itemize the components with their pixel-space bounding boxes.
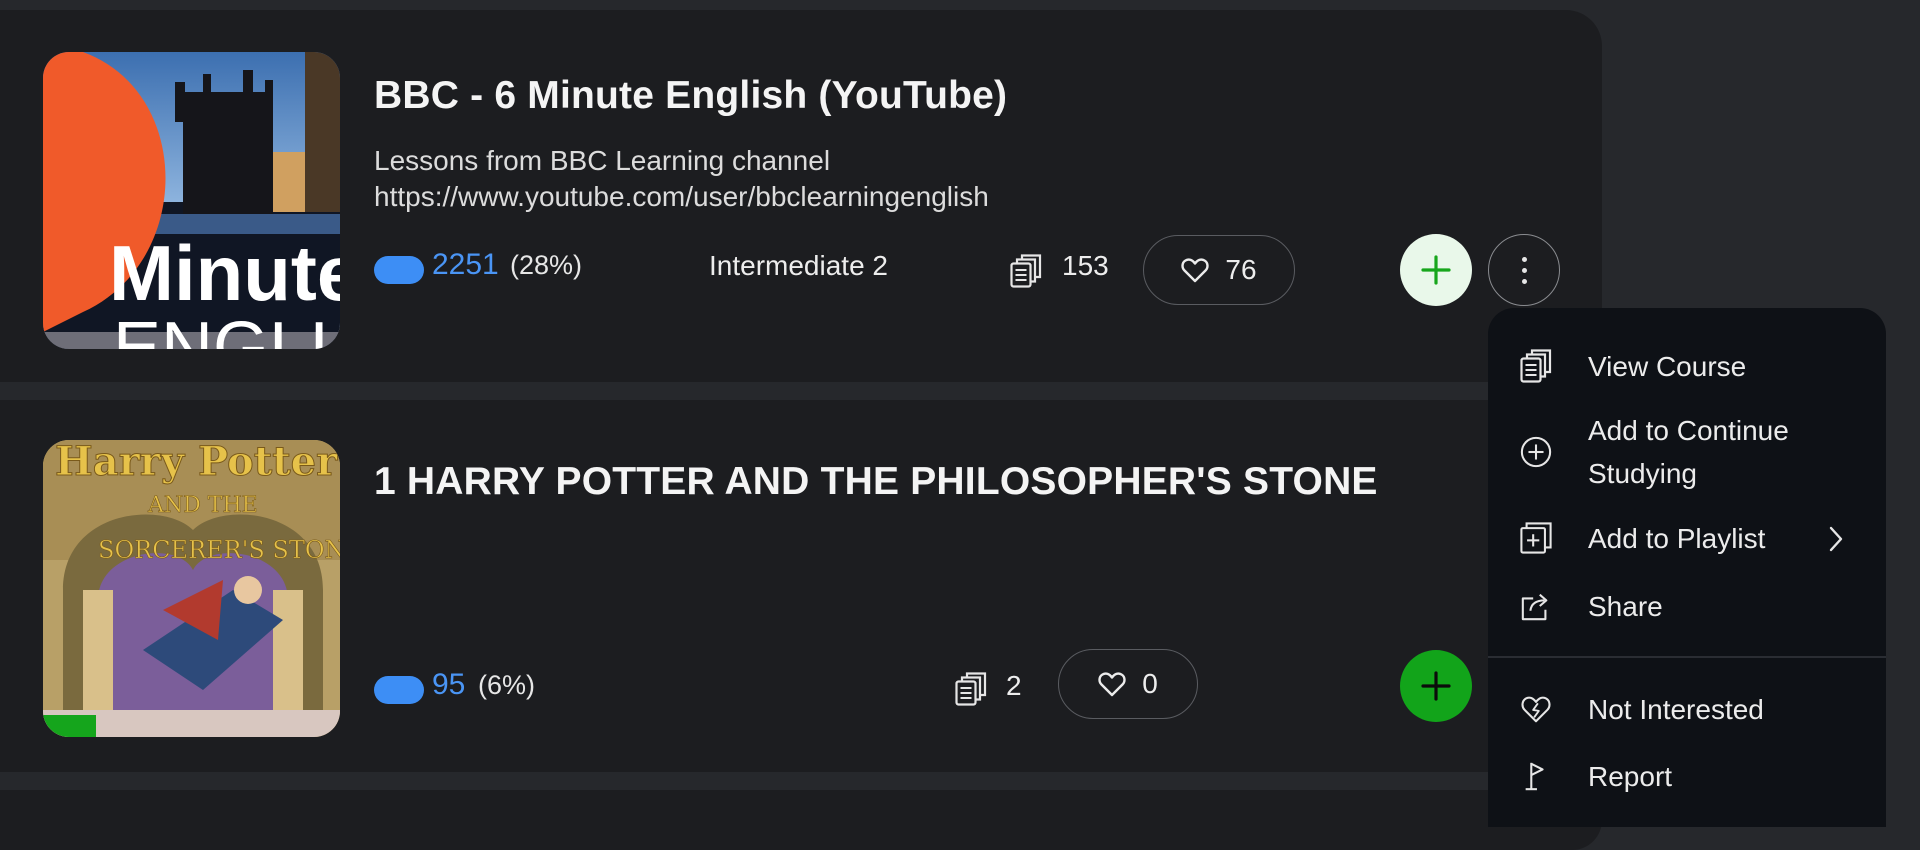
lessons-icon xyxy=(1520,349,1552,383)
lesson-count: 2 xyxy=(1006,670,1022,701)
like-count: 76 xyxy=(1225,254,1257,285)
like-button[interactable]: 76 xyxy=(1143,235,1295,305)
lessons-icon xyxy=(955,672,987,706)
like-count: 0 xyxy=(1142,668,1158,699)
course-description: Lessons from BBC Learning channel https:… xyxy=(374,143,989,215)
known-words-count: 95 xyxy=(432,668,466,701)
menu-item-label: Add to Playlist xyxy=(1588,522,1766,554)
course-thumbnail[interactable]: Minute ENGLI xyxy=(43,52,340,349)
known-words-pill-icon xyxy=(374,676,424,704)
add-course-button[interactable] xyxy=(1400,650,1472,722)
course-title[interactable]: 1 HARRY POTTER AND THE PHILOSOPHER'S STO… xyxy=(374,460,1378,504)
heart-icon xyxy=(1098,672,1126,697)
add-course-button[interactable] xyxy=(1400,234,1472,306)
known-words-percent: (28%) xyxy=(510,250,583,280)
known-words-pill-icon xyxy=(374,256,424,284)
course-card[interactable]: Harry Potter AND THE SORCERER'S STONE 1 … xyxy=(0,400,1602,772)
plus-icon xyxy=(1421,255,1451,285)
menu-item-share[interactable]: Share xyxy=(1488,578,1886,634)
menu-item-label: View Course xyxy=(1588,350,1747,382)
thumbnail-text-title: Harry Potter xyxy=(55,440,338,485)
course-level: Intermediate 2 xyxy=(709,250,888,281)
menu-item-not-interested[interactable]: Not Interested xyxy=(1488,681,1886,737)
menu-item-view-course[interactable]: View Course xyxy=(1488,338,1886,394)
more-options-button[interactable] xyxy=(1488,234,1560,306)
heart-icon xyxy=(1181,258,1210,283)
course-description-line: Lessons from BBC Learning channel xyxy=(374,145,831,176)
thumbnail-text-and-the: AND THE xyxy=(147,493,258,518)
more-dot-icon xyxy=(1521,256,1527,262)
thumbnail-text-subtitle: SORCERER'S STONE xyxy=(98,536,340,564)
share-icon xyxy=(1521,593,1548,621)
lessons-icon xyxy=(1010,254,1042,288)
course-card[interactable]: Minute ENGLI BBC - 6 Minute English (You… xyxy=(0,10,1602,382)
heart-off-icon xyxy=(1521,696,1551,723)
menu-item-label: Report xyxy=(1588,760,1673,792)
thumbnail-text-english: ENGLI xyxy=(113,308,329,349)
menu-item-report[interactable]: Report xyxy=(1488,748,1886,804)
menu-item-add-to-continue-studying[interactable]: Add to Continue Studying xyxy=(1488,406,1886,498)
plus-circle-icon xyxy=(1520,436,1552,468)
menu-item-label: Add to Continue Studying xyxy=(1588,415,1789,489)
course-options-menu: View Course Add to Continue Studying Add… xyxy=(1488,308,1886,827)
more-dot-icon xyxy=(1521,278,1527,284)
menu-item-add-to-playlist[interactable]: Add to Playlist xyxy=(1488,510,1886,566)
menu-item-label: Share xyxy=(1588,590,1663,622)
like-button[interactable]: 0 xyxy=(1058,649,1198,719)
harry-potter-thumbnail-image: Harry Potter AND THE SORCERER'S STONE xyxy=(43,440,340,737)
menu-divider xyxy=(1488,656,1886,658)
course-progress-bar xyxy=(43,715,97,737)
flag-icon xyxy=(1525,762,1544,791)
known-words-count: 2251 xyxy=(432,248,499,281)
thumbnail-text-minute: Minute xyxy=(109,229,340,317)
lesson-count: 153 xyxy=(1062,250,1109,281)
course-description-url: https://www.youtube.com/user/bbclearning… xyxy=(374,181,989,212)
bbc-thumbnail-image: Minute ENGLI xyxy=(43,52,340,349)
plus-icon xyxy=(1421,671,1451,701)
course-card[interactable] xyxy=(0,790,1602,850)
known-words-percent: (6%) xyxy=(478,670,536,700)
playlist-add-icon xyxy=(1520,522,1552,554)
menu-item-label: Not Interested xyxy=(1588,693,1764,725)
course-thumbnail[interactable]: Harry Potter AND THE SORCERER'S STONE xyxy=(43,440,340,737)
course-title[interactable]: BBC - 6 Minute English (YouTube) xyxy=(374,74,1007,118)
more-dot-icon xyxy=(1521,267,1527,273)
chevron-right-icon xyxy=(1829,526,1843,552)
